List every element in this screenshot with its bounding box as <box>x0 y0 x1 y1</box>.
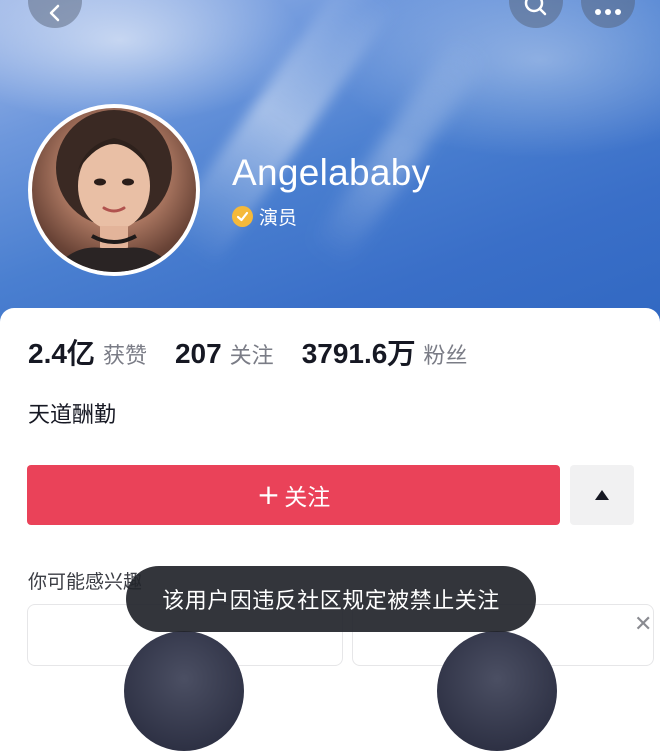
follow-button-label: 关注 <box>284 485 331 511</box>
suggestions-title: 你可能感兴趣 <box>28 571 143 593</box>
stat-following[interactable]: 207 关注 <box>175 338 274 370</box>
plus-icon: + <box>256 478 281 511</box>
suggested-user-avatar <box>124 631 244 751</box>
stat-likes[interactable]: 2.4亿 获赞 <box>28 332 147 372</box>
stat-followers[interactable]: 3791.6万 粉丝 <box>302 332 468 372</box>
stats-row: 2.4亿 获赞 207 关注 3791.6万 粉丝 <box>28 332 495 372</box>
profile-avatar[interactable] <box>28 104 200 276</box>
search-icon <box>524 0 547 16</box>
verification-row: 演员 <box>232 203 297 230</box>
profile-username: Angelababy <box>232 152 431 193</box>
chevron-left-icon <box>49 4 60 22</box>
avatar-portrait <box>52 110 176 272</box>
expand-suggestions-button[interactable] <box>570 465 634 525</box>
triangle-up-icon <box>595 490 609 500</box>
toast-notification: 该用户因违反社区规定被禁止关注 <box>126 566 536 632</box>
stat-label: 粉丝 <box>423 344 468 369</box>
more-dots-icon <box>595 9 621 15</box>
profile-bio: 天道酬勤 <box>28 403 117 428</box>
verification-label: 演员 <box>259 207 298 229</box>
suggested-user-avatar <box>437 631 557 751</box>
stat-value: 2.4亿 <box>28 338 95 369</box>
close-icon[interactable]: ✕ <box>634 614 652 636</box>
follow-button[interactable]: + 关注 <box>27 465 560 525</box>
stat-value: 3791.6万 <box>301 338 416 369</box>
stat-label: 获赞 <box>102 344 147 369</box>
stat-value: 207 <box>174 338 222 369</box>
verified-check-icon <box>232 206 253 227</box>
stat-label: 关注 <box>229 344 274 369</box>
